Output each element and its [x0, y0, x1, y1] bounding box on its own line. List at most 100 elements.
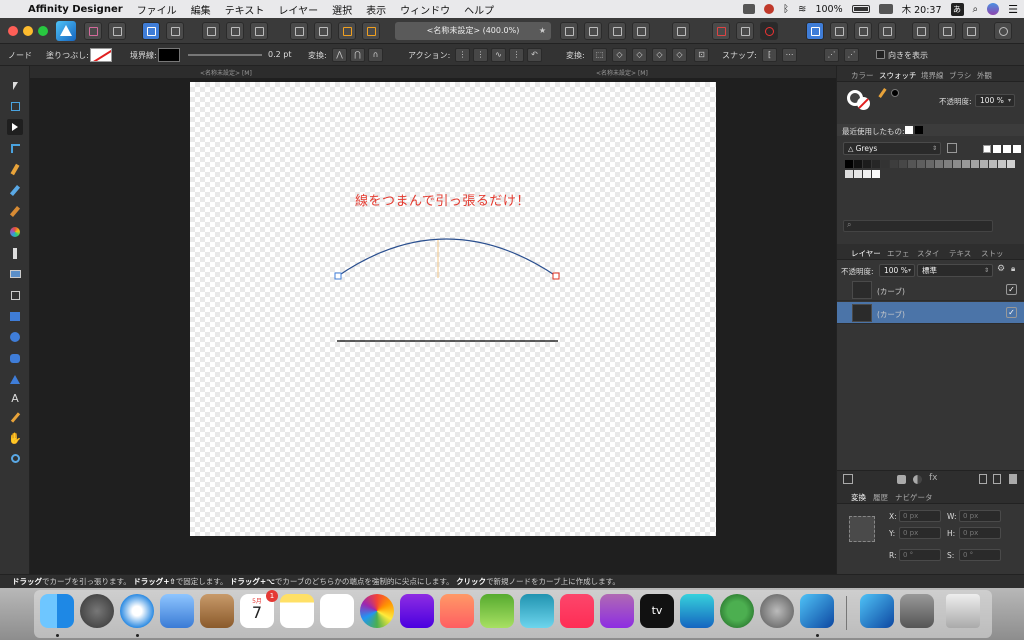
menu-layer[interactable]: レイヤー — [278, 2, 318, 17]
join-curves-icon[interactable]: ⋮ — [509, 48, 524, 62]
swatch-none[interactable] — [983, 145, 991, 153]
grey-swatch[interactable] — [944, 160, 952, 168]
tab-swatches[interactable]: スウォッチ — [879, 70, 917, 81]
snap-option-2-icon[interactable]: ⋯ — [782, 48, 797, 62]
keynote-icon[interactable] — [520, 594, 554, 628]
fill-swatch[interactable] — [90, 48, 112, 62]
grey-swatch[interactable] — [881, 160, 889, 168]
snapping-toggle-icon[interactable] — [736, 22, 754, 40]
grey-swatch[interactable] — [845, 170, 853, 178]
time-machine-icon[interactable] — [720, 594, 754, 628]
safari-icon[interactable] — [120, 594, 154, 628]
artboard[interactable]: 線をつまんで引っ張るだけ！ — [190, 82, 716, 536]
snapping-grid-icon[interactable] — [712, 22, 730, 40]
grey-swatch[interactable] — [899, 160, 907, 168]
recent-swatch-white[interactable] — [905, 126, 913, 134]
imovie-icon[interactable] — [400, 594, 434, 628]
select-all-nodes-icon[interactable]: ⬚ — [592, 48, 607, 62]
snap-option-3-icon[interactable]: ⋰ — [824, 48, 839, 62]
tab-effects[interactable]: エフェ — [887, 248, 910, 259]
layers-stack-icon[interactable] — [843, 474, 853, 484]
eyedropper-icon[interactable] — [878, 88, 887, 98]
grey-swatch[interactable] — [953, 160, 961, 168]
grey-swatch[interactable] — [854, 160, 862, 168]
layer-gear-icon[interactable]: ⚙ — [997, 264, 1005, 274]
view-mode-icon[interactable] — [202, 22, 220, 40]
document-tab-left[interactable]: <名称未設定> [M] — [200, 68, 252, 77]
grey-swatch[interactable] — [917, 160, 925, 168]
curve-start-node[interactable] — [334, 272, 342, 280]
crop-tool-icon[interactable] — [7, 287, 23, 303]
swatch-white-3[interactable] — [1013, 145, 1021, 153]
pie-icon[interactable] — [994, 22, 1012, 40]
add-group-icon[interactable] — [993, 474, 1001, 484]
swatch-white-2[interactable] — [1003, 145, 1011, 153]
node-tool-icon[interactable] — [7, 119, 23, 135]
minimize-window-button[interactable] — [23, 26, 33, 36]
siri-icon[interactable] — [987, 3, 1000, 15]
assistant-icon[interactable] — [166, 22, 184, 40]
menu-help[interactable]: ヘルプ — [464, 2, 494, 17]
grey-swatch[interactable] — [872, 160, 880, 168]
menu-window[interactable]: ウィンドウ — [400, 2, 450, 17]
reminders-icon[interactable] — [320, 594, 354, 628]
tab-styles[interactable]: スタイ — [917, 248, 940, 259]
mail-icon[interactable] — [160, 594, 194, 628]
align-right-icon[interactable] — [608, 22, 626, 40]
magnet-icon[interactable] — [764, 4, 775, 14]
menu-edit[interactable]: 編集 — [191, 2, 211, 17]
notes-icon[interactable] — [280, 594, 314, 628]
convert-option-4-icon[interactable]: ◇ — [672, 48, 687, 62]
snap-option-icon[interactable]: ⁅ — [762, 48, 777, 62]
pen-tool-icon[interactable] — [7, 161, 23, 177]
menu-app-name[interactable]: Affinity Designer — [28, 4, 123, 15]
triangle-tool-icon[interactable] — [7, 371, 23, 387]
star-icon[interactable]: ★ — [539, 22, 546, 40]
grey-swatch[interactable] — [854, 170, 862, 178]
designer-persona-icon[interactable] — [56, 21, 76, 41]
smooth-curve-icon[interactable]: ∿ — [491, 48, 506, 62]
place-image-tool-icon[interactable] — [7, 266, 23, 282]
mask-icon[interactable] — [912, 22, 930, 40]
tab-text-styles[interactable]: テキス — [949, 248, 971, 259]
add-layer-icon[interactable] — [979, 474, 987, 484]
picked-color-swatch[interactable] — [891, 89, 899, 97]
sharp-node-icon[interactable]: ⋀ — [332, 48, 347, 62]
hand-tool-icon[interactable]: ✋ — [7, 430, 23, 446]
palette-dropdown[interactable]: △ Greys ⇕ — [843, 142, 941, 155]
insert-inside-icon[interactable] — [962, 22, 980, 40]
snapping-magnet-icon[interactable] — [760, 22, 778, 40]
transform-mode-icon[interactable]: ⊡ — [694, 48, 709, 62]
battery-icon[interactable] — [851, 5, 870, 13]
w-input[interactable]: 0 px — [959, 510, 1001, 522]
close-window-button[interactable] — [8, 26, 18, 36]
close-curve-icon[interactable]: ⋮ — [473, 48, 488, 62]
blend-mode-dropdown[interactable]: 標準 ⇕ — [917, 264, 993, 277]
photos-icon[interactable] — [360, 594, 394, 628]
calendar-icon[interactable]: 5月 7 1 — [240, 590, 278, 628]
corner-tool-icon[interactable] — [7, 140, 23, 156]
spotlight-search-icon[interactable]: ⌕ — [973, 4, 979, 15]
align-left-icon[interactable] — [560, 22, 578, 40]
grey-swatch[interactable] — [971, 160, 979, 168]
grey-swatch[interactable] — [962, 160, 970, 168]
boolean-icon[interactable] — [672, 22, 690, 40]
document-setup-icon[interactable] — [142, 22, 160, 40]
flag-icon[interactable] — [878, 4, 893, 14]
anchor-point-selector[interactable] — [849, 516, 875, 542]
grey-swatch[interactable] — [980, 160, 988, 168]
affinity-document-icon[interactable] — [860, 594, 894, 628]
stroke-swatch[interactable] — [158, 48, 180, 62]
system-preferences-icon[interactable] — [760, 594, 794, 628]
arrange-back-icon[interactable] — [290, 22, 308, 40]
tab-color[interactable]: カラー — [851, 70, 874, 81]
view-mode-3-icon[interactable] — [250, 22, 268, 40]
fx-icon[interactable]: fx — [929, 473, 938, 483]
smooth-node-icon[interactable]: ⋂ — [350, 48, 365, 62]
grey-swatch[interactable] — [908, 160, 916, 168]
apple-tv-icon[interactable]: tv — [640, 594, 674, 628]
arrange-forward-icon[interactable] — [338, 22, 356, 40]
grey-swatch[interactable] — [863, 160, 871, 168]
convert-option-2-icon[interactable]: ◇ — [632, 48, 647, 62]
h-input[interactable]: 0 px — [959, 527, 1001, 539]
